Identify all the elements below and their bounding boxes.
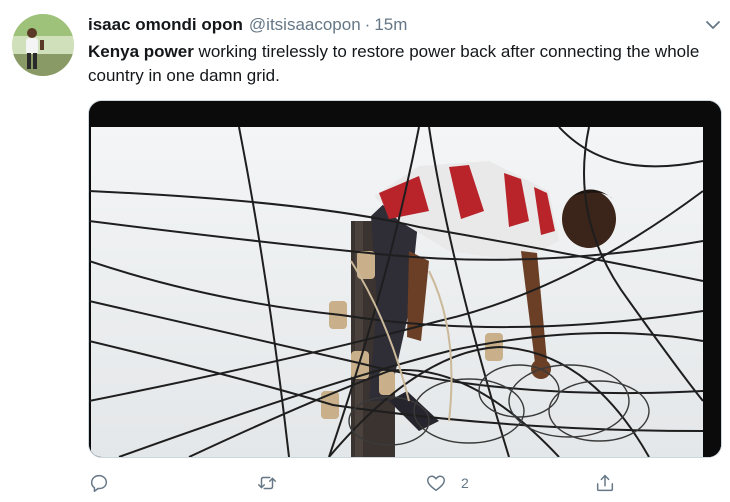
retweet-icon <box>258 476 276 490</box>
avatar[interactable] <box>12 14 74 76</box>
avatar-image <box>12 14 74 76</box>
share-button[interactable] <box>594 468 630 498</box>
tweet-card[interactable]: isaac omondi opon @itsisaacopon · 15m Kenya… <box>0 0 730 502</box>
photo-image <box>89 101 721 457</box>
reply-button[interactable] <box>88 468 124 498</box>
separator-dot: · <box>364 15 371 34</box>
more-options-button[interactable] <box>702 14 724 36</box>
tweet-text: Kenya power working tirelessly to restor… <box>88 40 718 88</box>
display-name[interactable]: isaac omondi opon <box>88 15 243 34</box>
retweet-button[interactable] <box>256 468 292 498</box>
heart-icon <box>427 475 445 492</box>
chevron-down-icon <box>706 21 720 29</box>
timestamp[interactable]: 15m <box>374 15 407 34</box>
reply-icon <box>90 474 108 492</box>
tweet-header: isaac omondi opon @itsisaacopon · 15m <box>88 13 670 37</box>
tweet-actions: 2 <box>88 468 648 498</box>
like-count: 2 <box>461 475 469 491</box>
tweet-text-highlight: Kenya power <box>88 42 194 61</box>
like-button[interactable]: 2 <box>425 468 469 498</box>
user-handle[interactable]: @itsisaacopon <box>249 15 361 34</box>
share-icon <box>596 474 614 492</box>
tweet-photo[interactable] <box>88 100 722 458</box>
